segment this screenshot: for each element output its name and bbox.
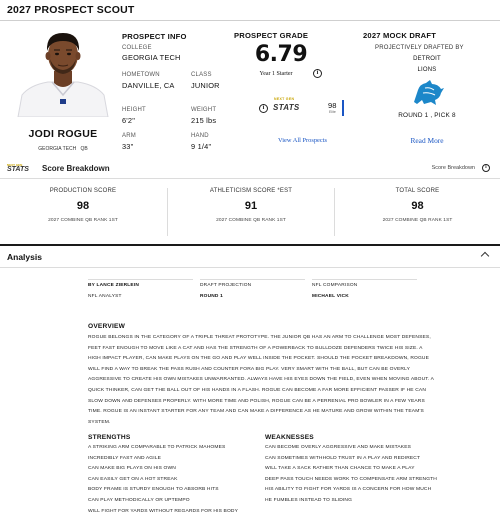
hand-value: 9 1/4" bbox=[191, 142, 212, 151]
score-breakdown-title: Score Breakdown bbox=[42, 164, 110, 173]
breakdown-info-icon[interactable]: i bbox=[482, 164, 490, 172]
height-label: HEIGHT bbox=[122, 107, 146, 113]
player-name: JODI ROGUE bbox=[28, 128, 98, 140]
player-avatar bbox=[12, 25, 114, 118]
meta-rule bbox=[200, 279, 305, 280]
player-position: QB bbox=[80, 146, 88, 152]
college-value: GEORGIA TECH bbox=[122, 53, 181, 62]
projected-by-label: PROJECTIVELY DRAFTED BY bbox=[375, 45, 464, 51]
college-label: COLLEGE bbox=[122, 45, 152, 51]
production-score-value: 98 bbox=[76, 200, 90, 212]
player-school-position: GEORGIA TECH QB bbox=[0, 146, 126, 152]
lions-logo bbox=[410, 78, 446, 106]
weakness-item: WILL TAKE A SACK RATHER THAN CHANCE TO M… bbox=[265, 466, 415, 472]
analysis-title: Analysis bbox=[7, 252, 42, 262]
section-rule bbox=[0, 244, 500, 246]
stats-brand: STATS bbox=[273, 103, 300, 112]
class-value: JUNIOR bbox=[191, 81, 220, 90]
production-score-card: PRODUCTION SCORE 98 2027 COMBINE QB RANK… bbox=[0, 188, 166, 238]
draft-projection-value: ROUND 1 bbox=[200, 294, 223, 299]
round-pick: ROUND 1 , PICK 8 bbox=[398, 112, 456, 119]
overview-text: ROGUE BELONGS IN THE CATEGORY OF A TRIPL… bbox=[88, 335, 434, 425]
page-header: 2027 PROSPECT SCOUT bbox=[0, 0, 500, 21]
hand-label: HAND bbox=[191, 133, 209, 139]
score-breakdown-toggle[interactable]: Score Breakdown bbox=[432, 165, 475, 171]
production-score-rank: 2027 COMBINE QB RANK 1ST bbox=[48, 218, 118, 223]
total-score-label: TOTAL SCORE bbox=[395, 188, 440, 194]
strengths-title: STRENGTHS bbox=[88, 434, 131, 441]
weakness-item: DEEP PASS TOUCH NEEDS WORK TO COMPENSATE… bbox=[265, 476, 437, 482]
score-breakdown-bar: NEXT GEN STATS Score Breakdown Score Bre… bbox=[0, 160, 500, 179]
strength-item: WILL FIGHT FOR YARDS WITHOUT REGARDS FOR… bbox=[88, 508, 239, 514]
class-label: CLASS bbox=[191, 72, 212, 78]
team-city: DETROIT bbox=[413, 56, 441, 62]
stats-accent-bar bbox=[342, 100, 344, 116]
total-score-card: TOTAL SCORE 98 2027 COMBINE QB RANK 1ST bbox=[335, 188, 500, 238]
stats-sub: Elite bbox=[329, 110, 336, 114]
prospect-info-title: PROSPECT INFO bbox=[122, 32, 187, 41]
read-more-link[interactable]: Read More bbox=[356, 136, 498, 145]
strength-item: CAN EASILY GET ON A HOT STREAK bbox=[88, 476, 178, 482]
strength-item: CAN MAKE BIG PLAYS ON HIS OWN bbox=[88, 466, 176, 472]
arm-value: 33" bbox=[122, 142, 134, 151]
arm-label: ARM bbox=[122, 133, 136, 139]
weakness-item: HIS ABILITY TO FIGHT FOR YARDS IS A CONC… bbox=[265, 487, 432, 503]
strength-item: INCREDIBLY FAST AND AGILE bbox=[88, 455, 162, 461]
chevron-up-icon[interactable] bbox=[480, 251, 490, 261]
view-all-prospects-link[interactable]: View All Prospects bbox=[278, 137, 327, 144]
weaknesses-title: WEAKNESSES bbox=[265, 434, 314, 441]
weight-label: WEIGHT bbox=[191, 107, 217, 113]
next-gen-stats-logo: NEXT GEN STATS bbox=[273, 97, 300, 112]
hometown-value: DANVILLE, CA bbox=[122, 81, 175, 90]
stats-info-icon[interactable]: i bbox=[259, 104, 268, 113]
athleticism-score-card: ATHLETICISM SCORE *EST 91 2027 COMBINE Q… bbox=[168, 188, 334, 238]
total-score-value: 98 bbox=[411, 200, 424, 212]
weakness-item: CAN BECOME OVERLY AGGRESSIVE AND MAKE MI… bbox=[265, 445, 412, 450]
meta-rule bbox=[312, 279, 417, 280]
athleticism-score-value: 91 bbox=[244, 200, 258, 212]
strength-item: A STRIKING ARM COMPARABLE TO PATRICK MAH… bbox=[88, 445, 226, 450]
weight-value: 215 lbs bbox=[191, 116, 217, 125]
analysis-author-role: NFL ANALYST bbox=[88, 294, 122, 299]
analysis-header[interactable]: Analysis bbox=[0, 248, 500, 268]
hometown-label: HOMETOWN bbox=[122, 72, 160, 78]
stats-brand-small: STATS bbox=[7, 166, 29, 173]
weakness-item: CAN SOMETIMES WITHHOLD TRUST IN A PLAY A… bbox=[265, 455, 421, 461]
grade-description: Year 1 Starter bbox=[259, 71, 293, 77]
page-title: 2027 PROSPECT SCOUT bbox=[7, 4, 135, 16]
nfl-comparison-label: NFL COMPARISON bbox=[312, 283, 358, 288]
production-score-label: PRODUCTION SCORE bbox=[49, 188, 117, 194]
analysis-author: BY LANCE ZIERLEIN bbox=[88, 283, 140, 288]
height-value: 6'2" bbox=[122, 116, 136, 125]
strengths-list: A STRIKING ARM COMPARABLE TO PATRICK MAH… bbox=[88, 443, 258, 517]
next-gen-prefix: NEXT GEN bbox=[274, 97, 295, 101]
player-school: GEORGIA TECH bbox=[38, 146, 77, 152]
strength-item: BODY FRAME IS STURDY ENOUGH TO ABSORB HI… bbox=[88, 487, 219, 493]
athleticism-score-label: ATHLETICISM SCORE *EST bbox=[209, 188, 293, 194]
overview-title: OVERVIEW bbox=[88, 323, 126, 330]
mock-draft-title: 2027 MOCK DRAFT bbox=[363, 31, 437, 40]
total-score-rank: 2027 COMBINE QB RANK 1ST bbox=[382, 218, 453, 223]
next-gen-stats-logo-small: NEXT GEN STATS bbox=[7, 163, 37, 174]
info-icon[interactable]: i bbox=[313, 69, 322, 78]
nfl-comparison-value: MICHAEL VICK bbox=[312, 294, 349, 299]
meta-rule bbox=[88, 279, 193, 280]
team-name: LIONS bbox=[417, 67, 437, 73]
stats-value: 98 bbox=[328, 101, 337, 110]
prospect-grade-title: PROSPECT GRADE bbox=[234, 31, 309, 40]
next-gen-stats-score: NEXT GEN STATS 98 Elite bbox=[273, 97, 345, 118]
draft-projection-label: DRAFT PROJECTION bbox=[200, 283, 252, 288]
prospect-grade-value: 6.79 bbox=[254, 42, 308, 67]
athleticism-score-rank: 2027 COMBINE QB RANK 1ST bbox=[216, 218, 286, 223]
weaknesses-list: CAN BECOME OVERLY AGGRESSIVE AND MAKE MI… bbox=[265, 443, 437, 507]
strength-item: CAN PLAY METHODICALLY OR UPTEMPO bbox=[88, 497, 190, 503]
